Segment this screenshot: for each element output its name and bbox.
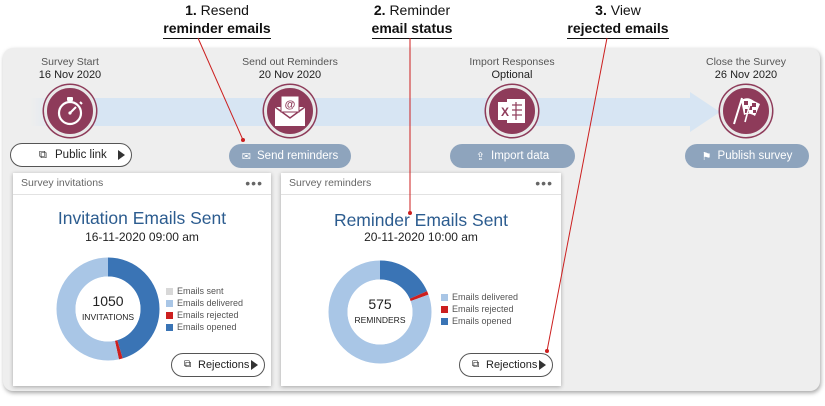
legend-item: Emails opened [166,321,243,333]
callout-rejected-emails: 3. View rejected emails [556,1,680,39]
reminders-card: Survey reminders ••• Reminder Emails Sen… [281,173,561,386]
legend-label: Emails opened [452,316,512,326]
invitations-card: Survey invitations ••• Invitation Emails… [13,173,271,386]
upload-icon: ⇪ [475,150,486,163]
callout-bold-text: reminder emails [163,19,271,39]
stage-close-survey: Close the Survey 26 Nov 2020 [686,56,806,137]
button-label: Rejections [486,359,538,371]
stopwatch-icon [44,85,96,137]
legend-label: Emails delivered [452,292,519,302]
stage-date: 16 Nov 2020 [38,69,102,81]
stage-title: Close the Survey [706,56,786,68]
legend-item: Emails delivered [166,297,243,309]
external-link-icon: ⧉ [184,359,192,370]
external-link-icon: ⧉ [39,149,47,161]
public-link-button[interactable]: ⧉ Public link [10,143,132,167]
reminders-legend: Emails delivered Emails rejected Emails … [441,291,518,327]
callout-number: 3. [595,2,607,18]
card-header-title: Survey reminders [289,177,372,189]
rejections-button[interactable]: ⧉ Rejections [171,353,265,377]
callout-text: View [610,2,641,18]
stage-title: Send out Reminders [242,56,338,68]
button-label: Public link [55,149,107,161]
legend-item: Emails opened [441,315,518,327]
envelope-icon: ✉ [241,150,252,163]
card-header: Survey reminders ••• [281,173,561,195]
checkered-flag-icon [720,85,772,137]
button-label: Rejections [198,359,250,371]
card-header: Survey invitations ••• [13,173,271,195]
legend-item: Emails rejected [441,303,518,315]
more-options-icon[interactable]: ••• [245,175,263,191]
button-label: Send reminders [257,150,339,162]
legend-swatch [441,305,448,313]
play-arrow-icon [118,150,125,160]
stage-title: Import Responses [469,56,555,68]
callout-number: 1. [185,2,197,18]
card-title: Invitation Emails Sent [57,208,227,228]
stage-import-responses: Import Responses Optional X [452,56,572,137]
legend-label: Emails delivered [177,298,244,308]
center-label: INVITATIONS [81,312,135,322]
button-label: Import data [491,150,550,162]
legend-label: Emails rejected [177,310,239,320]
card-datetime: 20-11-2020 10:00 am [364,230,478,244]
timeline-track [60,98,690,126]
envelope-at-icon: @ [264,85,316,137]
legend-swatch [166,299,173,307]
more-options-icon[interactable]: ••• [535,175,553,191]
card-header-title: Survey invitations [21,177,104,189]
screenshot-root: 1. Resend reminder emails 2. Reminder em… [0,0,825,406]
legend-label: Emails opened [177,322,237,332]
legend-label: Emails sent [177,286,224,296]
stage-send-reminders: Send out Reminders 20 Nov 2020 @ [230,56,350,137]
center-label: REMINDERS [354,315,406,325]
stage-survey-start: Survey Start 16 Nov 2020 [10,56,130,137]
external-link-icon: ⧉ [472,359,480,370]
legend-label: Emails rejected [452,304,514,314]
legend-swatch [441,317,448,325]
center-value: 575 [368,296,392,312]
legend-swatch [166,311,173,319]
callout-text: Resend [200,2,249,18]
excel-icon: X [486,85,538,137]
svg-text:X: X [501,105,509,119]
callout-bold-text: rejected emails [567,19,669,39]
import-data-button[interactable]: ⇪ Import data [450,144,575,168]
publish-survey-button[interactable]: ⚑ Publish survey [685,144,809,168]
legend-swatch [441,293,448,301]
card-datetime: 16-11-2020 09:00 am [85,230,199,244]
rejections-button[interactable]: ⧉ Rejections [459,353,553,377]
legend-swatch [166,287,173,295]
callout-resend-reminders: 1. Resend reminder emails [150,1,284,39]
donut-center-value: 1050 INVITATIONS [76,293,140,325]
callout-text: Reminder [389,2,451,18]
legend-item: Emails sent [166,285,243,297]
play-arrow-icon [539,360,546,370]
send-reminders-button[interactable]: ✉ Send reminders [229,144,351,168]
stage-title: Survey Start [41,56,99,68]
legend-item: Emails rejected [166,309,243,321]
svg-text:@: @ [285,99,296,111]
donut-center-value: 575 REMINDERS [348,296,412,328]
legend-item: Emails delivered [441,291,518,303]
callout-bold-text: email status [371,19,453,39]
stage-date: 20 Nov 2020 [258,69,322,81]
button-label: Publish survey [717,150,793,162]
stage-date: Optional [491,69,533,81]
stage-date: 26 Nov 2020 [714,69,778,81]
center-value: 1050 [92,293,124,309]
callout-number: 2. [373,2,386,18]
play-arrow-icon [251,360,258,370]
invitations-legend: Emails sent Emails delivered Emails reje… [166,285,243,333]
flag-icon: ⚑ [701,150,712,163]
callout-reminder-status: 2. Reminder email status [362,1,462,39]
legend-swatch [166,323,173,331]
card-title: Reminder Emails Sent [333,210,509,230]
